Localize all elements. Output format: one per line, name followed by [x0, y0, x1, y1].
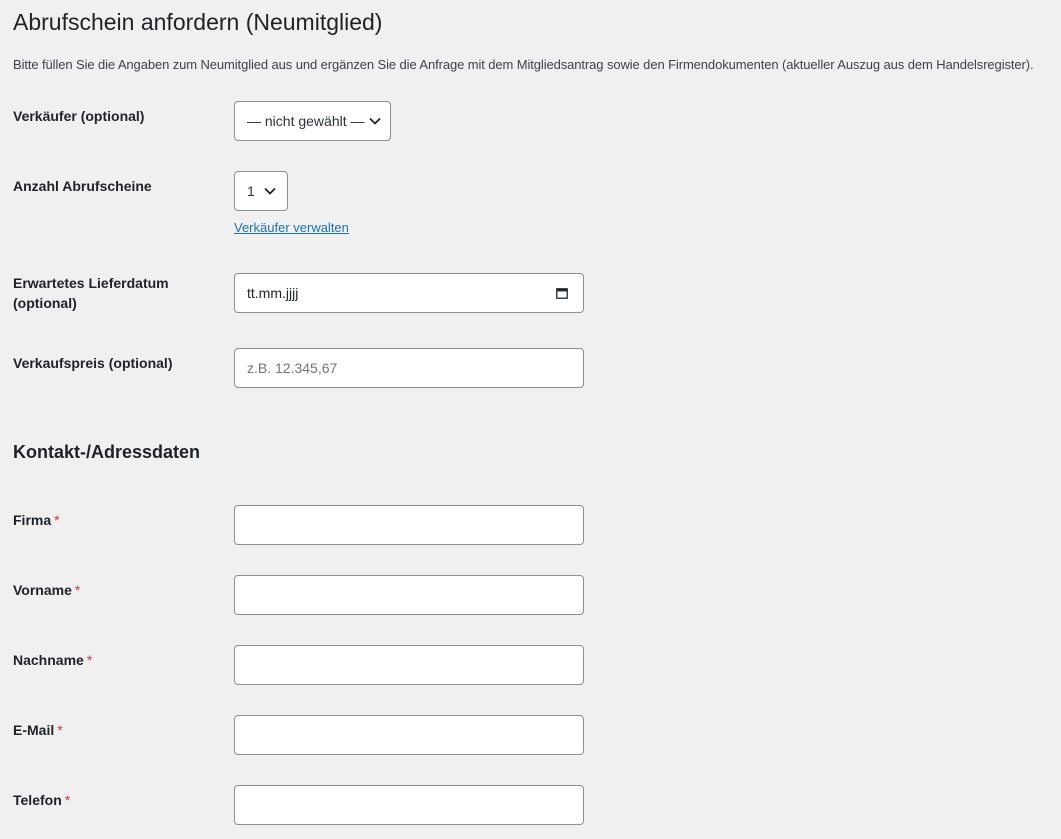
- form-page: Abrufschein anfordern (Neumitglied) Bitt…: [0, 0, 1061, 839]
- first-name-label-text: Vorname: [13, 582, 72, 598]
- seller-label: Verkäufer (optional): [13, 108, 145, 124]
- delivery-date-label: Erwartetes Lieferdatum (optional): [13, 273, 213, 313]
- delivery-date-input[interactable]: tt.mm.jjjj: [234, 273, 584, 313]
- last-name-label-text: Nachname: [13, 652, 84, 668]
- company-label-text: Firma: [13, 512, 52, 528]
- seller-select[interactable]: — nicht gewählt —: [234, 101, 391, 141]
- last-name-input[interactable]: [234, 645, 584, 685]
- count-label: Anzahl Abrufscheine: [13, 178, 152, 194]
- delivery-date-label-line1: Erwartetes Lieferdatum: [13, 275, 169, 291]
- price-label: Verkaufspreis (optional): [13, 355, 173, 371]
- company-input[interactable]: [234, 505, 584, 545]
- count-select[interactable]: 1: [234, 171, 288, 211]
- first-name-input[interactable]: [234, 575, 584, 615]
- email-label-text: E-Mail: [13, 722, 55, 738]
- delivery-date-placeholder: tt.mm.jjjj: [247, 285, 299, 301]
- price-input[interactable]: z.B. 12.345,67: [234, 348, 584, 388]
- seller-select-value: — nicht gewählt —: [247, 113, 365, 129]
- email-input[interactable]: [234, 715, 584, 755]
- chevron-down-icon: [263, 184, 277, 198]
- intro-text: Bitte füllen Sie die Angaben zum Neumitg…: [13, 57, 1034, 72]
- last-name-label: Nachname *: [13, 650, 213, 670]
- required-marker: *: [57, 722, 63, 738]
- manage-sellers-link[interactable]: Verkäufer verwalten: [234, 219, 349, 237]
- chevron-down-icon: [368, 114, 381, 128]
- required-marker: *: [64, 792, 71, 808]
- delivery-date-label-line2: (optional): [13, 295, 77, 311]
- required-marker: *: [74, 582, 81, 598]
- phone-label-text: Telefon: [13, 792, 62, 808]
- phone-input[interactable]: [234, 785, 584, 825]
- first-name-label: Vorname *: [13, 580, 213, 600]
- contact-section-heading: Kontakt-/Adressdaten: [13, 442, 201, 462]
- required-marker: *: [86, 652, 93, 668]
- price-placeholder: z.B. 12.345,67: [247, 360, 338, 376]
- company-label: Firma *: [13, 510, 213, 530]
- calendar-icon[interactable]: [555, 286, 569, 300]
- count-select-value: 1: [247, 183, 255, 199]
- page-title: Abrufschein anfordern (Neumitglied): [13, 9, 383, 35]
- email-label: E-Mail *: [13, 720, 213, 740]
- phone-label: Telefon *: [13, 790, 213, 810]
- required-marker: *: [54, 512, 60, 528]
